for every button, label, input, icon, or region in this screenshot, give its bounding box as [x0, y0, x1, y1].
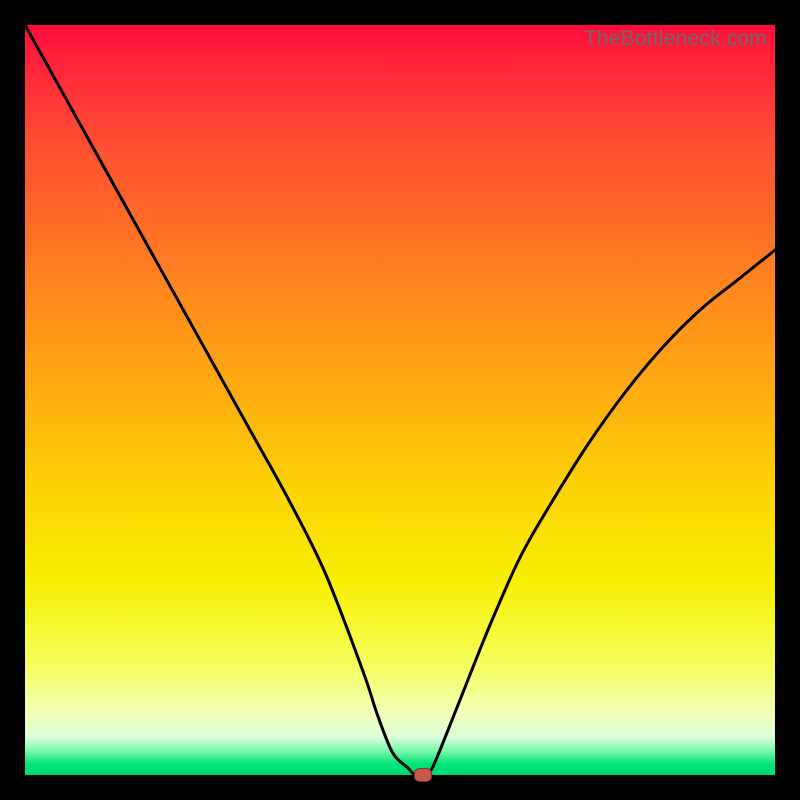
bottleneck-curve [25, 25, 775, 775]
plot-area: TheBottleneck.com [25, 25, 775, 775]
curve-path [25, 25, 775, 776]
chart-frame: TheBottleneck.com [0, 0, 800, 800]
optimal-point-marker [414, 768, 432, 782]
